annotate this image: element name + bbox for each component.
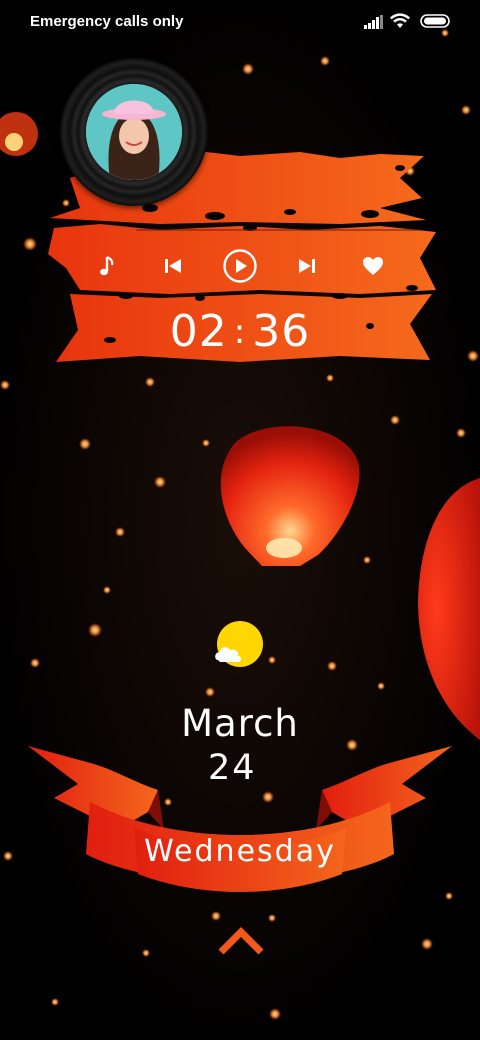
next-button[interactable] [287, 246, 327, 286]
date-day: 24 [208, 748, 257, 788]
status-icons [364, 13, 454, 31]
playback-controls [40, 246, 440, 286]
time-minutes: 02 [169, 306, 228, 357]
playback-time: 02 : 36 [40, 306, 440, 357]
date-month: March [181, 702, 299, 745]
status-bar: Emergency calls only [0, 0, 480, 44]
chevron-up-icon[interactable] [218, 924, 264, 956]
carrier-status: Emergency calls only [30, 13, 184, 30]
playlist-button[interactable] [88, 246, 128, 286]
play-icon [223, 249, 257, 283]
album-art-image [86, 84, 182, 180]
signal-icon [364, 15, 383, 29]
favorite-button[interactable] [353, 246, 393, 286]
music-widget: 02 : 36 [40, 58, 440, 370]
previous-button[interactable] [153, 246, 193, 286]
heart-icon [363, 257, 383, 275]
partly-sunny-icon [215, 621, 263, 667]
time-seconds: 36 [252, 306, 311, 357]
next-icon [299, 259, 315, 273]
time-separator: : [233, 311, 247, 352]
music-note-icon [100, 256, 114, 276]
date-weekday: Wednesday [144, 834, 336, 869]
play-button[interactable] [220, 246, 260, 286]
album-vinyl[interactable] [60, 58, 208, 206]
previous-icon [165, 259, 181, 273]
battery-icon [420, 14, 450, 28]
album-art [86, 84, 182, 180]
wifi-icon [390, 13, 410, 28]
